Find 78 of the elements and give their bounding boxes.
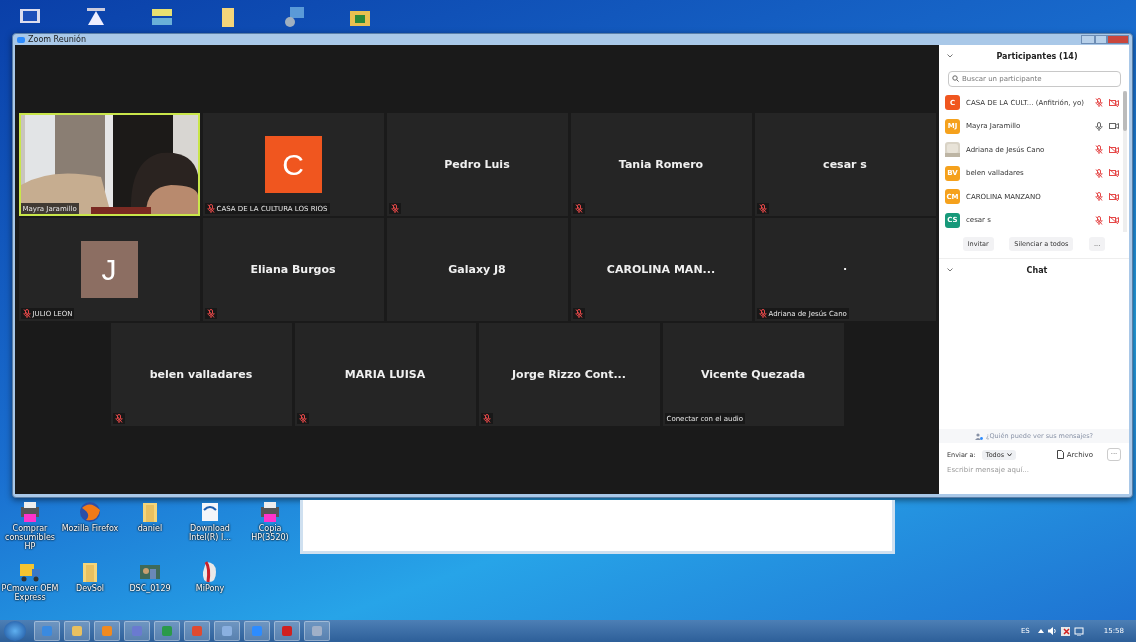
app-icon [312, 626, 322, 636]
shortcut-label: Comprar consumibles HP [4, 525, 56, 552]
shortcut-label: PCmover OEM Express [0, 585, 60, 603]
participant-name: Eliana Burgos [250, 263, 336, 276]
taskbar-app-button[interactable] [124, 621, 150, 641]
taskbar-app-button[interactable] [64, 621, 90, 641]
network-icon[interactable] [1073, 626, 1084, 636]
taskbar-app-button[interactable] [244, 621, 270, 641]
participant-name: belen valladares [149, 368, 253, 381]
shortcut-label: Copia HP(3520) [250, 525, 290, 543]
taskbar-app-button[interactable] [154, 621, 180, 641]
participant-name: CAROLINA MAN... [606, 263, 716, 276]
muted-mic-icon [1095, 168, 1103, 178]
desktop-shortcut-icon[interactable] [282, 4, 306, 29]
scrollbar[interactable] [1123, 91, 1127, 232]
app-icon [102, 626, 112, 636]
chevron-down-icon [1007, 452, 1013, 457]
muted-mic-icon [206, 204, 215, 213]
show-hidden-icons-icon[interactable] [1037, 629, 1044, 633]
participant-name: Jorge Rizzo Cont... [512, 368, 626, 381]
shortcut-label: Download Intel(R) I... [187, 525, 232, 543]
speaker-icon[interactable] [1047, 627, 1057, 635]
participant-name: MARIA LUISA [344, 368, 426, 381]
camera-off-icon [1109, 192, 1119, 201]
app-icon [192, 626, 202, 636]
avatar: C [264, 136, 322, 193]
app-icon [252, 626, 262, 636]
app-icon [72, 626, 82, 636]
participant-name: Vicente Quezada [700, 368, 806, 381]
maximize-button[interactable] [1095, 35, 1107, 44]
panel-title: Participantes (14) [995, 51, 1079, 61]
app-icon [17, 36, 25, 43]
shortcut-label: DSC_0129 [129, 585, 171, 594]
panel-title: Chat [1025, 265, 1049, 275]
start-button[interactable] [4, 621, 26, 641]
muted-mic-icon [1095, 192, 1103, 202]
taskbar-app-button[interactable] [184, 621, 210, 641]
muted-mic-icon [1095, 145, 1103, 155]
search-icon [952, 75, 959, 82]
desktop-shortcut-icon[interactable] [258, 500, 282, 524]
taskbar-app-button[interactable] [274, 621, 300, 641]
avatar: J [80, 241, 138, 298]
participant-name: · [842, 263, 848, 276]
participant-name: Tania Romero [618, 158, 704, 171]
minimize-button[interactable] [1081, 35, 1095, 44]
window-title: Zoom Reunión [28, 35, 87, 44]
shortcut-label: daniel [137, 525, 163, 534]
collapse-icon[interactable] [947, 54, 953, 58]
app-icon [222, 626, 232, 636]
camera-off-icon [1109, 98, 1119, 107]
taskbar-app-button[interactable] [304, 621, 330, 641]
camera-icon [1109, 122, 1119, 131]
file-icon [1056, 450, 1064, 459]
taskbar-app-button[interactable] [214, 621, 240, 641]
shortcut-label: MiPony [195, 585, 225, 594]
app-icon [162, 626, 172, 636]
participant-name: Galaxy J8 [448, 263, 506, 276]
camera-off-icon [1109, 145, 1119, 154]
flag-icon[interactable] [1060, 626, 1070, 636]
app-icon [42, 626, 52, 636]
app-icon [282, 626, 292, 636]
collapse-icon[interactable] [947, 268, 953, 272]
mic-icon [1095, 121, 1103, 131]
shortcut-label: Mozilla Firefox [61, 525, 119, 534]
app-icon [132, 626, 142, 636]
muted-mic-icon [1095, 98, 1103, 108]
people-icon [974, 432, 983, 440]
desktop-shortcut-icon[interactable] [18, 500, 42, 524]
shortcut-label: DevSol [76, 585, 104, 594]
participant-name: Pedro Luis [444, 158, 510, 171]
muted-mic-icon [22, 309, 31, 318]
taskbar-app-button[interactable] [94, 621, 120, 641]
camera-off-icon [1109, 169, 1119, 178]
camera-off-icon [1109, 216, 1119, 225]
muted-mic-icon [758, 309, 767, 318]
participant-name: cesar s [823, 158, 867, 171]
taskbar-app-button[interactable] [34, 621, 60, 641]
muted-mic-icon [1095, 215, 1103, 225]
